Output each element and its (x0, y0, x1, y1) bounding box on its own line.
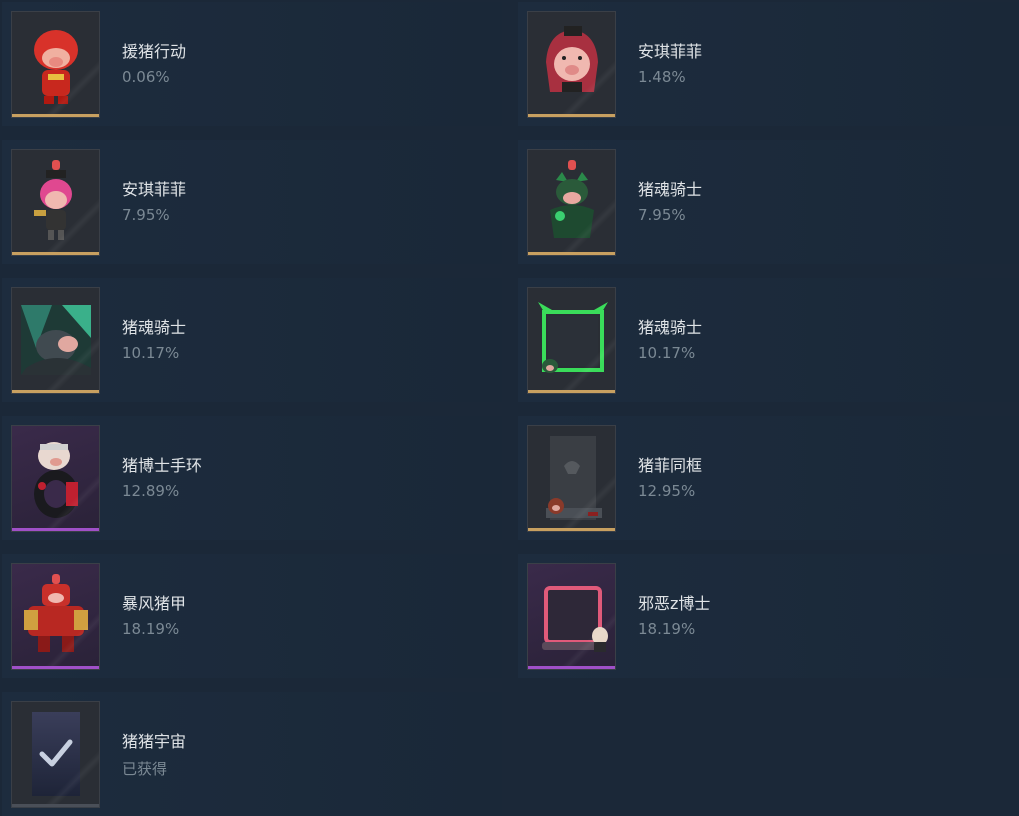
achievement-card[interactable]: 援猪行动 0.06% (2, 2, 502, 126)
achievement-title: 安琪菲菲 (638, 42, 703, 61)
achievement-percent: 1.48% (638, 68, 686, 86)
achievement-card[interactable]: 猪博士手环 12.89% (2, 416, 502, 540)
achievement-card[interactable]: 猪菲同框 12.95% (518, 416, 1019, 540)
achievement-percent: 7.95% (638, 206, 686, 224)
achievement-card[interactable]: 猪魂骑士 10.17% (2, 278, 502, 402)
achievement-thumbnail (527, 11, 616, 118)
achievement-title: 安琪菲菲 (122, 180, 187, 199)
achievement-thumbnail (11, 11, 100, 118)
achievement-title: 猪博士手环 (122, 456, 203, 475)
achievement-percent: 10.17% (638, 344, 696, 362)
achievement-title: 猪魂骑士 (638, 180, 703, 199)
achievement-percent: 10.17% (122, 344, 180, 362)
achievement-title: 猪菲同框 (638, 456, 703, 475)
achievement-percent: 12.89% (122, 482, 180, 500)
achievement-percent: 18.19% (638, 620, 696, 638)
achievement-thumbnail (11, 425, 100, 532)
achievement-card[interactable]: 邪恶z博士 18.19% (518, 554, 1019, 678)
achievement-thumbnail (11, 287, 100, 394)
achievements-grid: 援猪行动 0.06% 安琪菲菲 1.48% 安琪菲菲 7.95% 猪魂骑士 7.… (0, 0, 1019, 816)
achievement-thumbnail (11, 701, 100, 808)
achievement-thumbnail (527, 425, 616, 532)
achievement-title: 暴风猪甲 (122, 594, 187, 613)
achievement-percent: 7.95% (122, 206, 170, 224)
achievement-thumbnail (11, 149, 100, 256)
achievement-title: 援猪行动 (122, 42, 187, 61)
achievement-percent: 12.95% (638, 482, 696, 500)
achievement-title: 猪魂骑士 (638, 318, 703, 337)
achievement-title: 猪猪宇宙 (122, 732, 187, 751)
achievement-status: 已获得 (122, 760, 168, 778)
achievement-card[interactable]: 猪魂骑士 10.17% (518, 278, 1019, 402)
achievement-card[interactable]: 猪魂骑士 7.95% (518, 140, 1019, 264)
achievement-thumbnail (527, 149, 616, 256)
achievement-thumbnail (527, 287, 616, 394)
achievement-thumbnail (11, 563, 100, 670)
achievement-title: 猪魂骑士 (122, 318, 187, 337)
achievement-card[interactable]: 猪猪宇宙 已获得 (2, 692, 502, 816)
achievement-percent: 18.19% (122, 620, 180, 638)
achievement-thumbnail (527, 563, 616, 670)
achievement-card[interactable]: 安琪菲菲 1.48% (518, 2, 1019, 126)
achievement-card[interactable]: 暴风猪甲 18.19% (2, 554, 502, 678)
achievement-percent: 0.06% (122, 68, 170, 86)
achievement-title: 邪恶z博士 (638, 594, 711, 613)
achievement-card[interactable]: 安琪菲菲 7.95% (2, 140, 502, 264)
